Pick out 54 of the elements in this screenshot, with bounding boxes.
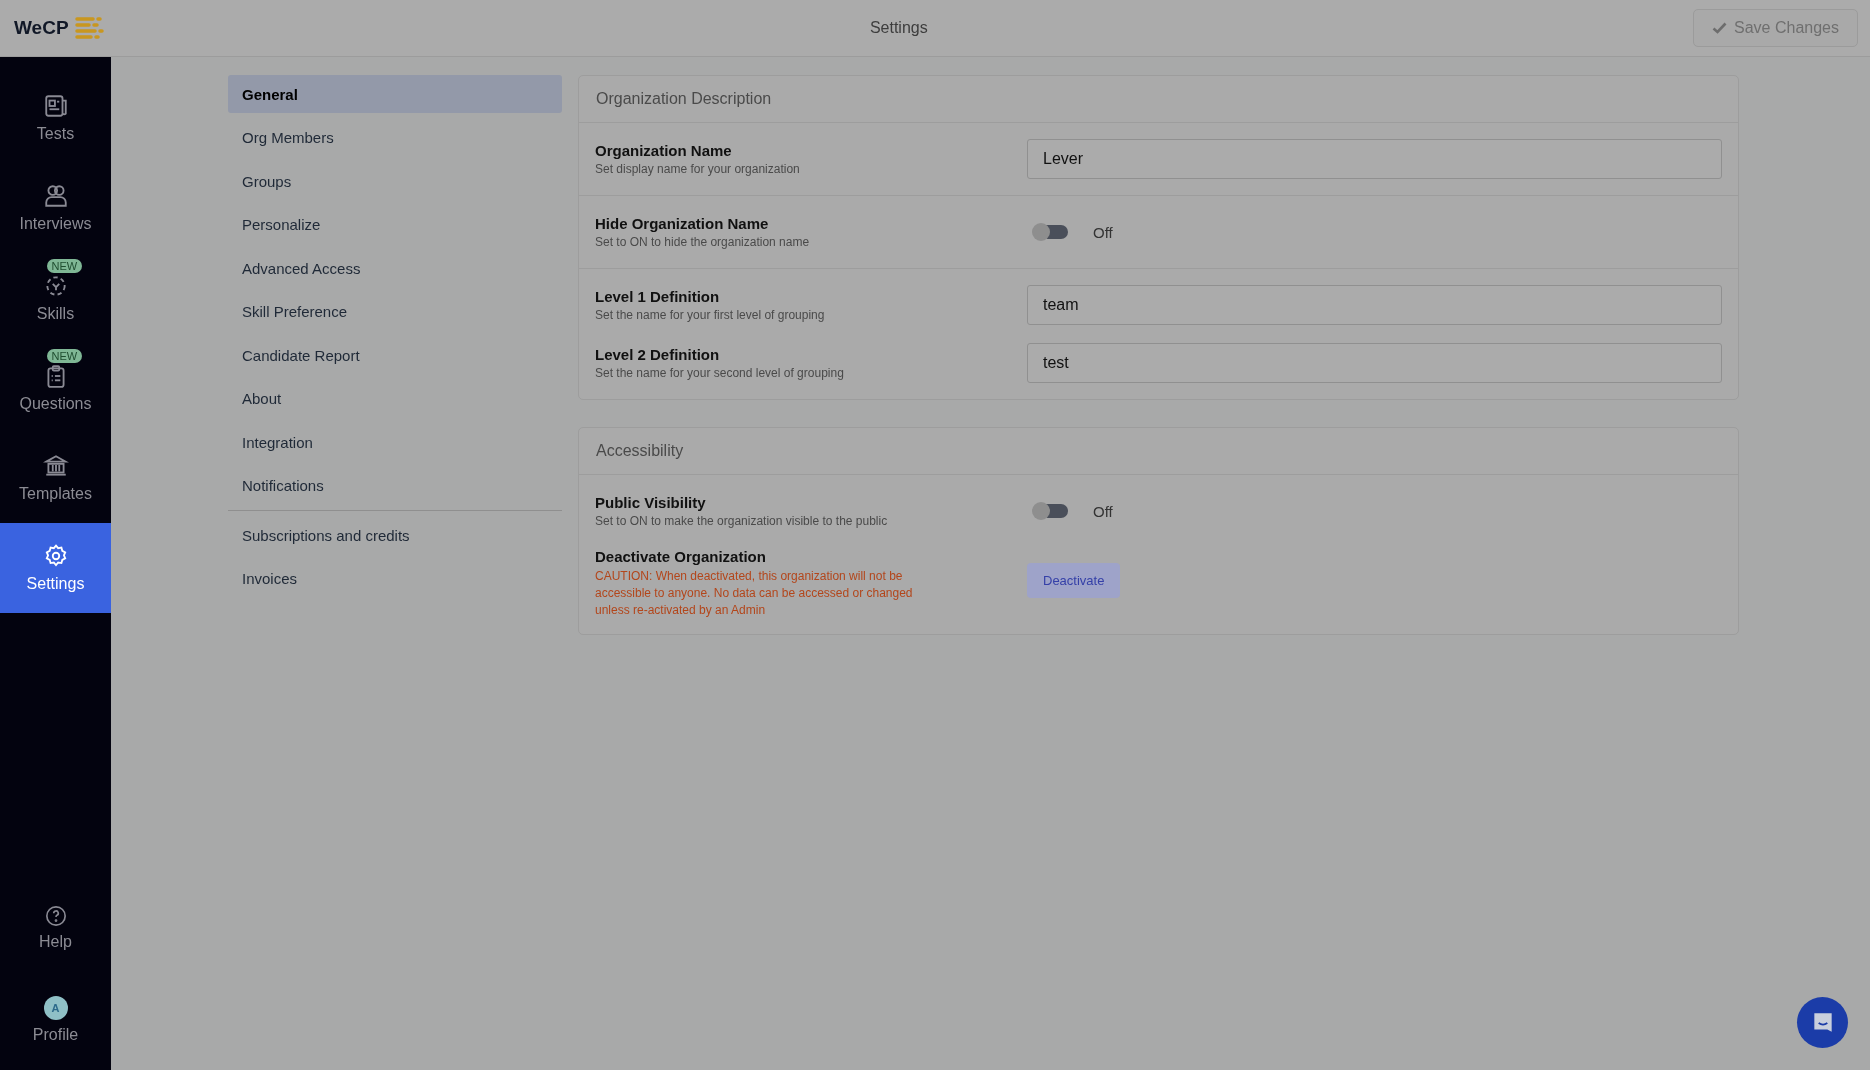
building-icon <box>42 453 69 479</box>
settings-menu-item[interactable]: Groups <box>228 162 562 200</box>
check-icon <box>1712 22 1728 34</box>
sidebar-item[interactable]: Templates <box>0 433 111 523</box>
setting-label: Level 1 Definition <box>595 288 721 305</box>
document-icon <box>42 93 69 119</box>
settings-menu-item[interactable]: General <box>228 75 562 113</box>
sidebar-item[interactable]: NEW Questions <box>0 343 111 433</box>
avatar-icon: A <box>43 996 68 1020</box>
sidebar-item[interactable]: Settings <box>0 523 111 613</box>
setting-hint: Set to ON to hide the organization name <box>595 235 811 249</box>
toggle-state-text: Off <box>1093 502 1113 520</box>
setting-label: Deactivate Organization <box>595 548 767 565</box>
setting-label: Public Visibility <box>595 494 707 511</box>
people-icon <box>42 183 69 209</box>
section-title: Accessibility <box>579 428 1738 475</box>
toggle-state-text: Off <box>1093 223 1113 241</box>
text-field[interactable]: Lever <box>1027 139 1722 179</box>
sidebar-item[interactable]: NEW Skills <box>0 253 111 343</box>
logo-mark-icon <box>74 16 105 40</box>
text-field[interactable]: team <box>1027 285 1722 325</box>
settings-menu-item[interactable]: Candidate Report <box>228 336 562 374</box>
sidebar-item[interactable]: Help <box>0 882 111 974</box>
new-badge: NEW <box>46 349 83 363</box>
settings-menu-item[interactable]: Advanced Access <box>228 249 562 287</box>
text-field[interactable]: test <box>1027 343 1722 383</box>
toggle-switch[interactable] <box>1034 225 1068 239</box>
setting-hint: Set the name for your first level of grouping <box>595 308 826 322</box>
sidebar-item[interactable]: Interviews <box>0 163 111 253</box>
setting-hint: Set to ON to make the organization visible to the public <box>595 514 889 528</box>
new-badge: NEW <box>46 259 83 273</box>
settings-menu-item[interactable]: Subscriptions and credits <box>228 516 562 554</box>
logo-text: WeCP <box>14 17 69 39</box>
setting-label: Organization Name <box>595 142 733 159</box>
setting-hint: Set the name for your second level of grouping <box>595 366 845 380</box>
deactivate-button[interactable]: Deactivate <box>1027 562 1121 598</box>
settings-menu-item[interactable]: About <box>228 379 562 418</box>
toggle-switch[interactable] <box>1034 504 1068 518</box>
page-title: Settings <box>869 19 928 37</box>
settings-menu-item[interactable]: Invoices <box>228 559 562 598</box>
setting-label: Level 2 Definition <box>595 346 721 363</box>
sidebar-item[interactable]: Tests <box>0 73 111 163</box>
settings-menu-item[interactable]: Skill Preference <box>228 292 562 331</box>
settings-menu-item[interactable]: Integration <box>228 423 562 461</box>
settings-menu-item[interactable]: Org Members <box>228 118 562 157</box>
settings-menu-item[interactable]: Personalize <box>228 205 562 244</box>
chat-button[interactable] <box>1797 997 1848 1048</box>
help-icon <box>44 905 67 927</box>
setting-label: Hide Organization Name <box>595 215 770 232</box>
section-title: Organization Description <box>579 76 1738 123</box>
setting-hint: Set display name for your organization <box>595 162 801 176</box>
settings-menu-item[interactable]: Notifications <box>228 466 562 505</box>
sidebar-item[interactable]: A Profile <box>0 974 111 1066</box>
caution-text: CAUTION: When deactivated, this organization will not be accessible to anyone. No data can be accessed or changed unless re-activated by an Admin <box>595 568 914 619</box>
